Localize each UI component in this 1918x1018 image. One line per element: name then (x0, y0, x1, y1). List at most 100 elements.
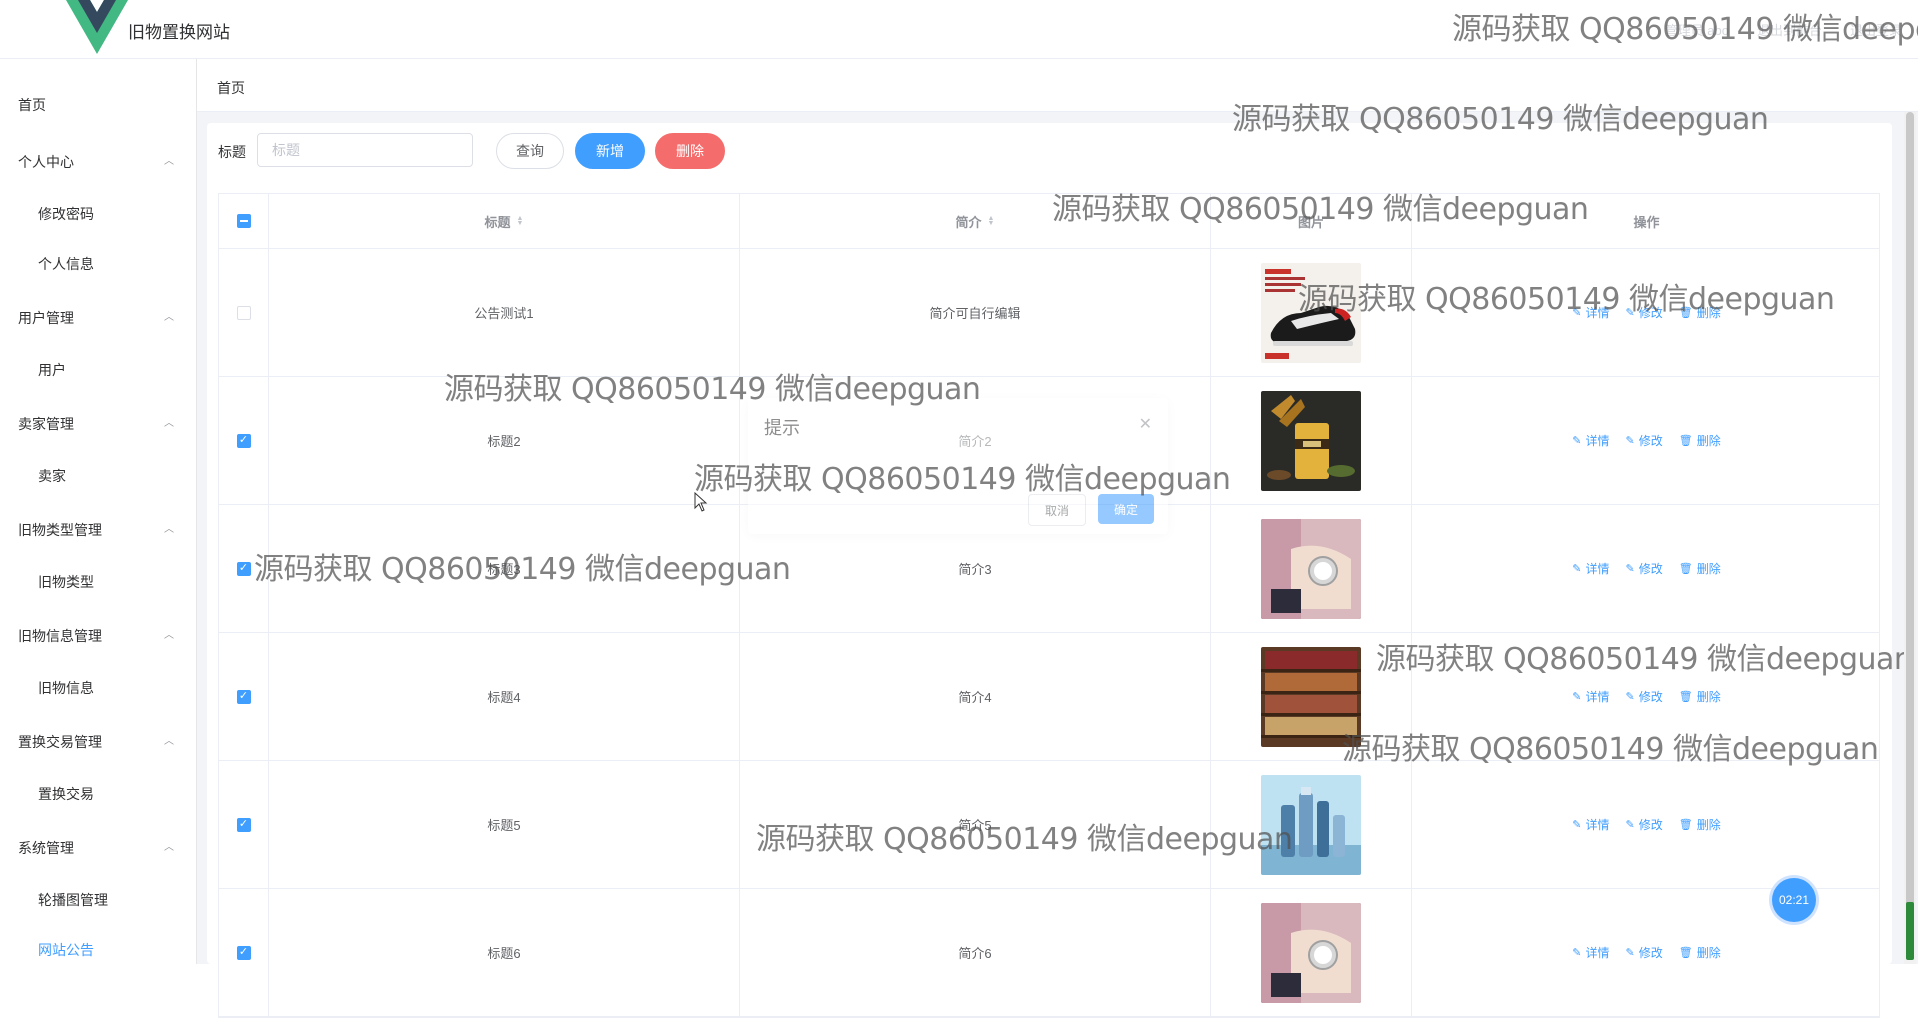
select-all-checkbox[interactable] (236, 214, 251, 228)
sidebar-item-personal-info[interactable]: 个人信息 (0, 244, 196, 284)
delete-button[interactable]: 🗑 删除 (1679, 816, 1721, 833)
row-title: 标题3 (269, 505, 740, 632)
sidebar-item-item-info-management[interactable]: 旧物信息管理 ︿ (0, 616, 196, 656)
trash-icon: 🗑 (1678, 691, 1693, 703)
shoe-rack-image[interactable] (1261, 646, 1361, 747)
page-scrollbar[interactable] (1904, 112, 1916, 964)
sidebar-item-seller[interactable]: 卖家 (0, 456, 196, 496)
sort-icon[interactable]: ▲ ▼ (988, 215, 995, 227)
dialog-cancel-button[interactable]: 取消 (1028, 494, 1086, 526)
announcement-table: 标题 ▲ ▼ 简介 ▲ ▼ 图片 操作 公告测试1 简介可自行编辑 ✎ 详情 ✎… (218, 193, 1880, 1018)
edit-icon: ✎ (1625, 563, 1635, 575)
user-name-link[interactable]: 管理员 abo (1665, 20, 1729, 39)
edit-icon: ✎ (1572, 691, 1582, 703)
scrollbar-thumb[interactable] (1906, 112, 1914, 958)
vue-logo-icon (66, 0, 128, 54)
sort-icon[interactable]: ▲ ▼ (517, 215, 524, 227)
breadcrumb-home[interactable]: 首页 (217, 78, 245, 98)
site-title: 旧物置换网站 (128, 23, 230, 42)
column-ops-label: 操作 (1633, 214, 1660, 230)
column-intro[interactable]: 简介 ▲ ▼ (740, 194, 1211, 248)
trash-icon: 🗑 (1678, 307, 1693, 319)
row-title: 标题6 (269, 889, 740, 1016)
top-bar: 旧物置换网站 管理员 abo 退出到前台 退出登录 (0, 0, 1918, 59)
dialog-title: 提示 (764, 418, 800, 438)
row-checkbox[interactable]: ✓ (236, 689, 251, 704)
chevron-up-icon: ︿ (164, 524, 174, 535)
row-checkbox[interactable]: ✓ (236, 561, 251, 576)
edit-button[interactable]: ✎ 修改 (1626, 304, 1663, 321)
sidebar-item-system-management[interactable]: 系统管理 ︿ (0, 828, 196, 868)
search-label: 标题 (218, 144, 246, 160)
scroll-indicator (1906, 902, 1914, 960)
breadcrumb: 首页 (197, 59, 1918, 112)
title-search-input[interactable] (257, 133, 473, 167)
watch-image[interactable] (1261, 902, 1361, 1003)
column-picture-label: 图片 (1297, 214, 1324, 230)
sidebar-item-change-password[interactable]: 修改密码 (0, 194, 196, 234)
sidebar-item-home[interactable]: 首页 (0, 85, 196, 125)
detail-button[interactable]: ✎ 详情 (1572, 560, 1609, 577)
sidebar-item-carousel[interactable]: 轮播图管理 (0, 880, 196, 920)
row-check-cell (219, 249, 269, 376)
query-button[interactable]: 查询 (496, 133, 564, 169)
column-title[interactable]: 标题 ▲ ▼ (269, 194, 740, 248)
row-checkbox[interactable] (236, 305, 251, 320)
edit-icon: ✎ (1625, 307, 1635, 319)
sneaker-image[interactable] (1261, 262, 1361, 363)
mouse-cursor-icon (694, 492, 708, 512)
edit-button[interactable]: ✎ 修改 (1626, 432, 1663, 449)
edit-button[interactable]: ✎ 修改 (1626, 560, 1663, 577)
edit-icon: ✎ (1625, 947, 1635, 959)
detail-button[interactable]: ✎ 详情 (1572, 304, 1609, 321)
sidebar-item-item-type-management[interactable]: 旧物类型管理 ︿ (0, 510, 196, 550)
row-picture-cell (1211, 377, 1412, 504)
logout-link[interactable]: 退出登录 (1850, 20, 1902, 39)
add-button[interactable]: 新增 (575, 133, 645, 169)
edit-button[interactable]: ✎ 修改 (1626, 944, 1663, 961)
delete-button[interactable]: 🗑 删除 (1679, 944, 1721, 961)
timer-badge[interactable]: 02:21 (1772, 878, 1816, 922)
chevron-up-icon: ︿ (164, 418, 174, 429)
sidebar-item-user-management[interactable]: 用户管理 ︿ (0, 298, 196, 338)
sidebar-item-item-info[interactable]: 旧物信息 (0, 668, 196, 708)
front-link[interactable]: 退出到前台 (1757, 20, 1822, 39)
sidebar-item-exchange-management[interactable]: 置换交易管理 ︿ (0, 722, 196, 762)
row-check-cell: ✓ (219, 377, 269, 504)
row-checkbox[interactable]: ✓ (236, 945, 251, 960)
sidebar-item-announcement[interactable]: 网站公告 (0, 930, 196, 964)
row-intro: 简介4 (740, 633, 1211, 760)
table-row: ✓ 标题4 简介4 ✎ 详情 ✎ 修改 🗑 删除 (219, 633, 1879, 761)
drink-image[interactable] (1261, 390, 1361, 491)
edit-icon: ✎ (1572, 947, 1582, 959)
delete-button[interactable]: 🗑 删除 (1679, 560, 1721, 577)
delete-button[interactable]: 🗑 删除 (1679, 432, 1721, 449)
batch-delete-button[interactable]: 删除 (655, 133, 725, 169)
sidebar-item-personal-center[interactable]: 个人中心 ︿ (0, 142, 196, 182)
top-links: 管理员 abo 退出到前台 退出登录 (1665, 20, 1902, 39)
edit-icon: ✎ (1625, 819, 1635, 831)
sidebar-item-seller-management[interactable]: 卖家管理 ︿ (0, 404, 196, 444)
detail-button[interactable]: ✎ 详情 (1572, 944, 1609, 961)
watch-image[interactable] (1261, 518, 1361, 619)
dialog-confirm-button[interactable]: 确定 (1098, 494, 1154, 524)
row-picture-cell (1211, 761, 1412, 888)
edit-button[interactable]: ✎ 修改 (1626, 816, 1663, 833)
detail-button[interactable]: ✎ 详情 (1572, 816, 1609, 833)
table-header: 标题 ▲ ▼ 简介 ▲ ▼ 图片 操作 (219, 194, 1879, 249)
row-check-cell: ✓ (219, 889, 269, 1016)
sidebar-item-item-type[interactable]: 旧物类型 (0, 562, 196, 602)
detail-button[interactable]: ✎ 详情 (1572, 432, 1609, 449)
sidebar-item-user[interactable]: 用户 (0, 350, 196, 390)
column-picture: 图片 (1211, 194, 1412, 248)
sidebar-item-exchange[interactable]: 置换交易 (0, 774, 196, 814)
row-checkbox[interactable]: ✓ (236, 817, 251, 832)
cosmetics-image[interactable] (1261, 774, 1361, 875)
delete-button[interactable]: 🗑 删除 (1679, 688, 1721, 705)
detail-button[interactable]: ✎ 详情 (1572, 688, 1609, 705)
trash-icon: 🗑 (1678, 563, 1693, 575)
edit-button[interactable]: ✎ 修改 (1626, 688, 1663, 705)
close-icon[interactable]: ✕ (1139, 414, 1152, 434)
delete-button[interactable]: 🗑 删除 (1679, 304, 1721, 321)
row-checkbox[interactable]: ✓ (236, 433, 251, 448)
